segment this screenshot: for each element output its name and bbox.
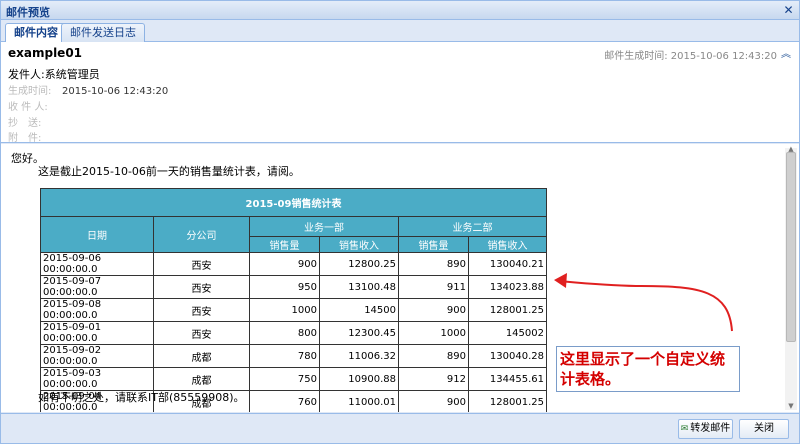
cell-qty2: 1000 bbox=[398, 321, 469, 345]
mail-preview-window: 邮件预览 ✕ 邮件内容 邮件发送日志 example01 邮件生成时间: 201… bbox=[0, 0, 800, 444]
recipient-row: 收 件 人: bbox=[8, 98, 62, 113]
cell-date: 2015-09-07 00:00:00.0 bbox=[40, 275, 154, 299]
table-row: 2015-09-07 00:00:00.0 西安 950 13100.48 911 134… bbox=[40, 275, 547, 299]
generated-time: 邮件生成时间: 2015-10-06 12:43:20 bbox=[604, 47, 777, 62]
cell-qty1: 750 bbox=[249, 367, 320, 391]
cell-rev2: 128001.25 bbox=[468, 298, 547, 322]
bottom-toolbar: ✉ 转发邮件 关闭 bbox=[1, 413, 799, 443]
collapse-icon[interactable]: ︽ bbox=[781, 45, 791, 60]
cell-rev2: 130040.21 bbox=[468, 252, 547, 276]
annotation-callout: 这里显示了一个自定义统计表格。 bbox=[556, 346, 740, 392]
cell-qty1: 780 bbox=[249, 344, 320, 368]
scroll-down-icon[interactable]: ▼ bbox=[786, 403, 796, 410]
sender-label: 发件人: bbox=[8, 68, 45, 81]
tab-mail-content[interactable]: 邮件内容 bbox=[5, 23, 67, 43]
cell-rev1: 11006.32 bbox=[319, 344, 399, 368]
window-title: 邮件预览 bbox=[6, 6, 50, 19]
cell-qty1: 1000 bbox=[249, 298, 320, 322]
group2-qty-header: 销售量 bbox=[398, 236, 469, 253]
cell-rev1: 14500 bbox=[319, 298, 399, 322]
group1-rev-header: 销售收入 bbox=[319, 236, 399, 253]
cell-date: 2015-09-08 00:00:00.0 bbox=[40, 298, 154, 322]
tab-send-log[interactable]: 邮件发送日志 bbox=[61, 23, 145, 42]
cell-qty1: 800 bbox=[249, 321, 320, 345]
forward-mail-button[interactable]: ✉ 转发邮件 bbox=[678, 419, 733, 439]
cell-rev1: 13100.48 bbox=[319, 275, 399, 299]
cell-rev2: 128001.25 bbox=[468, 390, 547, 412]
cell-date: 2015-09-06 00:00:00.0 bbox=[40, 252, 154, 276]
cell-branch: 西安 bbox=[153, 275, 250, 299]
scrollbar-thumb[interactable] bbox=[786, 152, 796, 342]
cell-rev1: 12300.45 bbox=[319, 321, 399, 345]
table-group-row: 日期 分公司 业务一部 业务二部 bbox=[40, 216, 547, 253]
attachment-row: 附 件: bbox=[8, 129, 62, 144]
cell-qty2: 890 bbox=[398, 344, 469, 368]
cell-branch: 西安 bbox=[153, 321, 250, 345]
table-row: 2015-09-02 00:00:00.0 成都 780 11006.32 890 130… bbox=[40, 344, 547, 368]
cell-rev1: 12800.25 bbox=[319, 252, 399, 276]
group2-header: 业务二部 bbox=[398, 216, 547, 237]
table-row: 2015-09-06 00:00:00.0 西安 900 12800.25 890 130… bbox=[40, 252, 547, 276]
group1-header: 业务一部 bbox=[249, 216, 399, 237]
mail-subject: example01 bbox=[8, 46, 83, 60]
cell-qty2: 912 bbox=[398, 367, 469, 391]
cell-rev1: 10900.88 bbox=[319, 367, 399, 391]
forward-label: 转发邮件 bbox=[690, 423, 731, 434]
cell-rev2: 134023.88 bbox=[468, 275, 547, 299]
group1-qty-header: 销售量 bbox=[249, 236, 320, 253]
cell-branch: 成都 bbox=[153, 344, 250, 368]
recipient-label: 收 件 人: bbox=[8, 102, 48, 113]
sender-value: 系统管理员 bbox=[44, 68, 100, 81]
tab-strip: 邮件内容 邮件发送日志 bbox=[1, 21, 799, 43]
generated-time-label: 邮件生成时间: bbox=[604, 51, 668, 62]
generated-time-value: 2015-10-06 12:43:20 bbox=[670, 51, 777, 62]
cell-rev2: 130040.28 bbox=[468, 344, 547, 368]
cell-qty1: 900 bbox=[249, 252, 320, 276]
cell-branch: 西安 bbox=[153, 252, 250, 276]
cell-date: 2015-09-03 00:00:00.0 bbox=[40, 367, 154, 391]
col-branch-header: 分公司 bbox=[153, 216, 250, 253]
cc-row: 抄 送: bbox=[8, 114, 62, 129]
table-title: 2015-09销售统计表 bbox=[40, 188, 547, 217]
sent-time-label: 生成时间: bbox=[8, 86, 52, 97]
sender-row: 发件人:系统管理员 bbox=[8, 66, 100, 82]
cell-qty1: 950 bbox=[249, 275, 320, 299]
attachment-label: 附 件: bbox=[8, 133, 42, 144]
mail-header: example01 邮件生成时间: 2015-10-06 12:43:20 ︽ … bbox=[1, 42, 799, 144]
table-row: 2015-09-01 00:00:00.0 西安 800 12300.45 1000 14… bbox=[40, 321, 547, 345]
cell-qty2: 900 bbox=[398, 298, 469, 322]
cell-qty2: 911 bbox=[398, 275, 469, 299]
cell-rev2: 134455.61 bbox=[468, 367, 547, 391]
table-row: 2015-09-08 00:00:00.0 西安 1000 14500 900 12800… bbox=[40, 298, 547, 322]
cell-date: 2015-09-02 00:00:00.0 bbox=[40, 344, 154, 368]
group2-rev-header: 销售收入 bbox=[468, 236, 547, 253]
sent-time-value: 2015-10-06 12:43:20 bbox=[62, 86, 169, 97]
cell-branch: 成都 bbox=[153, 367, 250, 391]
cell-branch: 西安 bbox=[153, 298, 250, 322]
close-icon[interactable]: ✕ bbox=[781, 3, 796, 18]
sales-stats-table: 2015-09销售统计表 日期 分公司 业务一部 业务二部 销售量 销售收入 销… bbox=[40, 188, 547, 412]
cell-qty2: 900 bbox=[398, 390, 469, 412]
table-row: 2015-09-03 00:00:00.0 成都 750 10900.88 912 134… bbox=[40, 367, 547, 391]
cc-label: 抄 送: bbox=[8, 118, 42, 129]
cell-rev1: 11000.01 bbox=[319, 390, 399, 412]
cell-date: 2015-09-01 00:00:00.0 bbox=[40, 321, 154, 345]
window-titlebar: 邮件预览 ✕ bbox=[1, 1, 799, 20]
cell-rev2: 145002 bbox=[468, 321, 547, 345]
contact-note: 如有不明之处，请联系IT部(85559908)。 bbox=[38, 391, 245, 404]
forward-icon: ✉ bbox=[680, 424, 689, 434]
close-button[interactable]: 关闭 bbox=[739, 419, 789, 439]
table-title-row: 2015-09销售统计表 bbox=[40, 188, 547, 217]
intro-text: 这是截止2015-10-06前一天的销售量统计表，请阅。 bbox=[38, 165, 300, 178]
col-date-header: 日期 bbox=[40, 216, 154, 253]
cell-qty2: 890 bbox=[398, 252, 469, 276]
cell-qty1: 760 bbox=[249, 390, 320, 412]
sent-time-row: 生成时间: 2015-10-06 12:43:20 bbox=[8, 82, 168, 97]
